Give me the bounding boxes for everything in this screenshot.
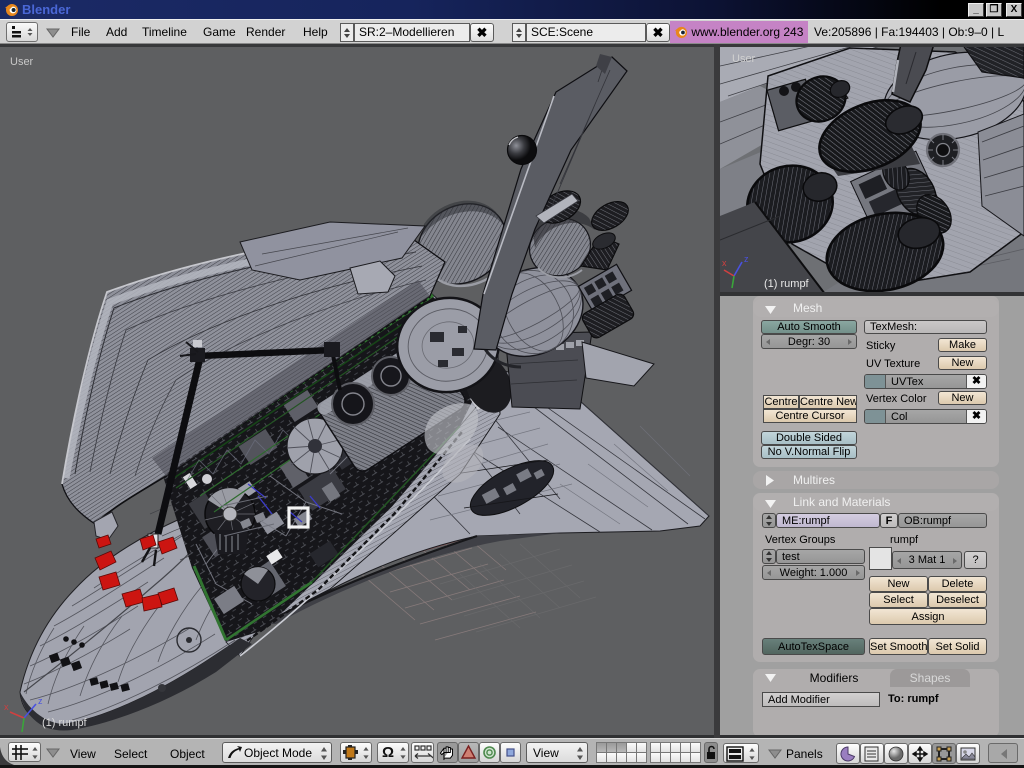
svg-text:z: z	[744, 254, 749, 264]
svg-text:(1) rumpf: (1) rumpf	[42, 717, 88, 729]
svg-text:z: z	[38, 696, 43, 706]
svg-text:(1) rumpf: (1) rumpf	[764, 278, 810, 290]
svg-text:User: User	[10, 56, 34, 68]
svg-text:User: User	[732, 53, 756, 65]
svg-text:x: x	[722, 258, 727, 268]
svg-text:x: x	[4, 702, 9, 712]
